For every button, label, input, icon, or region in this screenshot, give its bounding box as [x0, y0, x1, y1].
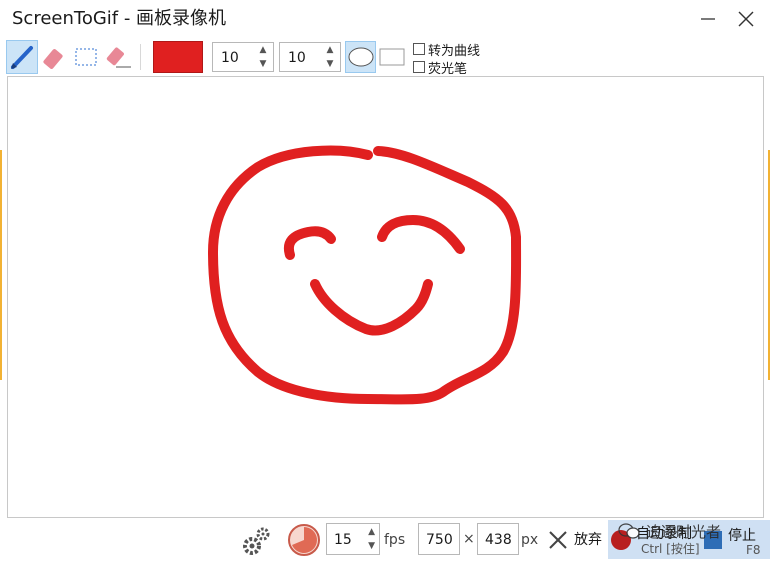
- rectangle-icon: [379, 48, 405, 66]
- watermark: 追逐时光者: [618, 520, 721, 542]
- highlighter-checkbox[interactable]: 荧光笔: [413, 58, 468, 77]
- px-unit: px: [521, 532, 539, 548]
- fps-unit: fps: [384, 532, 406, 548]
- toolbar-divider: [140, 44, 141, 70]
- pen-icon: [11, 46, 33, 69]
- down-arrow-icon[interactable]: ▼: [260, 58, 267, 70]
- up-arrow-icon[interactable]: ▲: [368, 525, 375, 539]
- eraser-tool-button[interactable]: [38, 40, 70, 74]
- ellipse-tip-button[interactable]: [345, 41, 376, 73]
- left-eye-stroke: [284, 226, 336, 260]
- ellipse-icon: [348, 47, 373, 67]
- discard-x-icon: [549, 531, 567, 549]
- height-input[interactable]: 438: [477, 523, 519, 555]
- pen-width-stepper[interactable]: 10 ▲ ▼: [212, 42, 274, 72]
- settings-button[interactable]: [241, 524, 271, 556]
- width-value[interactable]: 750: [426, 531, 453, 549]
- fps-arrows[interactable]: ▲ ▼: [368, 525, 375, 553]
- selection-icon: [75, 48, 97, 66]
- discard-button[interactable]: 放弃: [546, 524, 606, 556]
- drawing-canvas[interactable]: [7, 76, 764, 518]
- fps-input[interactable]: 15 ▲ ▼: [326, 523, 380, 555]
- smiley-drawing: [208, 145, 522, 405]
- down-arrow-icon[interactable]: ▼: [368, 539, 375, 553]
- close-button[interactable]: [728, 0, 764, 38]
- stop-shortcut: F8: [746, 543, 761, 557]
- close-icon: [738, 11, 754, 27]
- pen-width-arrows[interactable]: ▲ ▼: [256, 44, 270, 70]
- stroke-eraser-tool-button[interactable]: [102, 40, 134, 74]
- smile-stroke: [310, 279, 433, 336]
- gears-icon: [243, 527, 270, 555]
- height-value[interactable]: 438: [485, 531, 512, 549]
- watermark-text: 追逐时光者: [646, 522, 722, 541]
- discard-label: 放弃: [574, 532, 602, 548]
- up-arrow-icon[interactable]: ▲: [327, 44, 334, 56]
- face-outline-stroke: [208, 145, 522, 405]
- pen-width-value[interactable]: 10: [221, 49, 239, 67]
- status-bar: 15 ▲ ▼ fps 750 × 438 px 放弃 自动录制 Ctrl [按住]…: [0, 520, 770, 559]
- highlighter-label: 荧光笔: [428, 61, 468, 77]
- pen-height-arrows[interactable]: ▲ ▼: [323, 44, 337, 70]
- board-toolbar: 10 ▲ ▼ 10 ▲ ▼ 转为曲线 荧光笔: [0, 38, 770, 77]
- frame-rate-button[interactable]: [287, 523, 321, 557]
- right-eye-stroke: [377, 215, 465, 254]
- window-title: ScreenToGif - 画板录像机: [12, 8, 227, 29]
- fit-to-curve-label: 转为曲线: [428, 43, 481, 59]
- frame-rate-icon: [288, 524, 320, 556]
- minimize-button[interactable]: [690, 0, 726, 38]
- checkbox-box[interactable]: [413, 43, 425, 55]
- pen-height-value[interactable]: 10: [288, 49, 306, 67]
- window-edge-left: [0, 150, 2, 380]
- up-arrow-icon[interactable]: ▲: [260, 44, 267, 56]
- stroke-eraser-icon: [106, 47, 131, 68]
- width-input[interactable]: 750: [418, 523, 460, 555]
- times-sign: ×: [463, 531, 475, 547]
- checkbox-box[interactable]: [413, 61, 425, 73]
- fit-to-curve-checkbox[interactable]: 转为曲线: [413, 40, 481, 59]
- eraser-icon: [43, 49, 63, 69]
- down-arrow-icon[interactable]: ▼: [327, 58, 334, 70]
- pen-height-stepper[interactable]: 10 ▲ ▼: [279, 42, 341, 72]
- title-bar: ScreenToGif - 画板录像机: [0, 0, 770, 38]
- wechat-icon: [618, 523, 640, 539]
- pen-tool-button[interactable]: [6, 40, 38, 74]
- fps-value[interactable]: 15: [334, 531, 352, 549]
- rectangle-tip-button[interactable]: [378, 41, 406, 73]
- record-shortcut: Ctrl [按住]: [641, 542, 700, 556]
- selection-tool-button[interactable]: [70, 40, 102, 74]
- color-picker-button[interactable]: [153, 41, 203, 73]
- minimize-icon: [701, 18, 715, 20]
